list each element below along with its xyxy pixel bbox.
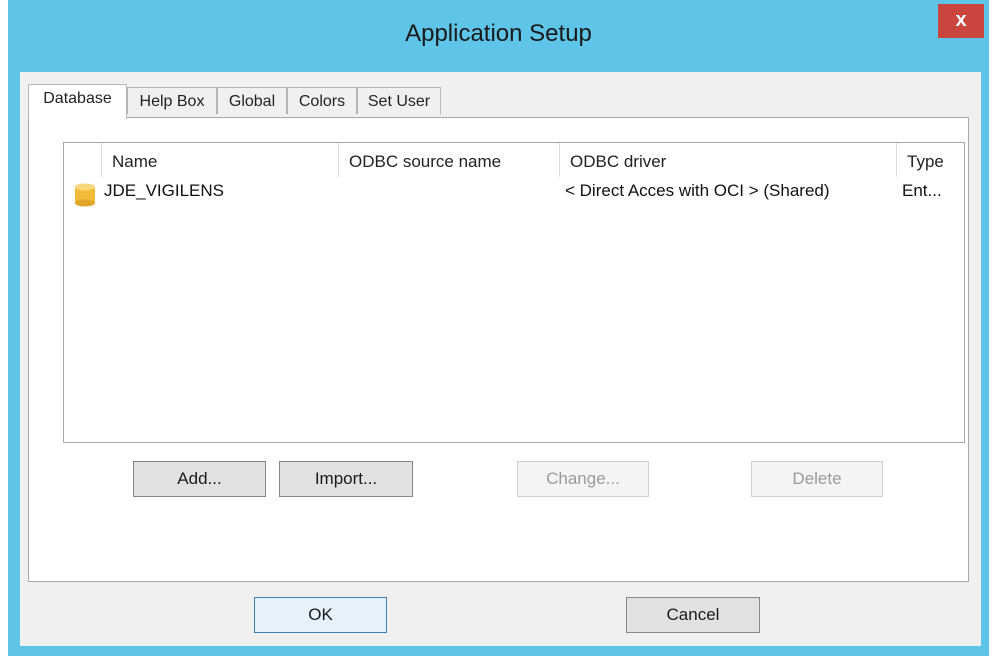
tab-global[interactable]: Global <box>217 87 287 114</box>
cancel-button[interactable]: Cancel <box>626 597 760 633</box>
import-button[interactable]: Import... <box>279 461 413 497</box>
column-header-name[interactable]: Name <box>102 143 339 177</box>
column-header-type[interactable]: Type <box>897 143 964 177</box>
row-odbc-driver: < Direct Acces with OCI > (Shared) <box>565 181 830 200</box>
database-icon <box>75 183 95 207</box>
tab-help-box[interactable]: Help Box <box>127 87 217 114</box>
change-button[interactable]: Change... <box>517 461 649 497</box>
table-row[interactable]: JDE_VIGILENS < Direct Acces with OCI > (… <box>64 177 964 207</box>
window-title: Application Setup <box>405 20 592 47</box>
application-setup-window: Application Setup x Database Help Box Gl… <box>8 0 989 656</box>
close-button[interactable]: x <box>938 4 984 38</box>
column-header-odbc-driver[interactable]: ODBC driver <box>560 143 897 177</box>
column-header-odbc-source-name[interactable]: ODBC source name <box>339 143 560 177</box>
title-bar[interactable]: Application Setup x <box>8 0 989 72</box>
tab-database[interactable]: Database <box>28 84 127 119</box>
row-type: Ent... <box>902 181 942 200</box>
ok-button[interactable]: OK <box>254 597 387 633</box>
delete-button[interactable]: Delete <box>751 461 883 497</box>
database-list[interactable]: Name ODBC source name ODBC driver Type J… <box>63 142 965 443</box>
add-button[interactable]: Add... <box>133 461 266 497</box>
database-tab-panel: Name ODBC source name ODBC driver Type J… <box>28 117 969 582</box>
list-header-icon-column <box>64 143 102 177</box>
dialog-client-area: Database Help Box Global Colors Set User… <box>20 72 981 646</box>
tab-colors[interactable]: Colors <box>287 87 357 114</box>
row-name: JDE_VIGILENS <box>104 181 224 200</box>
list-header: Name ODBC source name ODBC driver Type <box>64 143 964 177</box>
row-odbc-source-name <box>349 177 549 207</box>
tab-set-user[interactable]: Set User <box>357 87 441 114</box>
